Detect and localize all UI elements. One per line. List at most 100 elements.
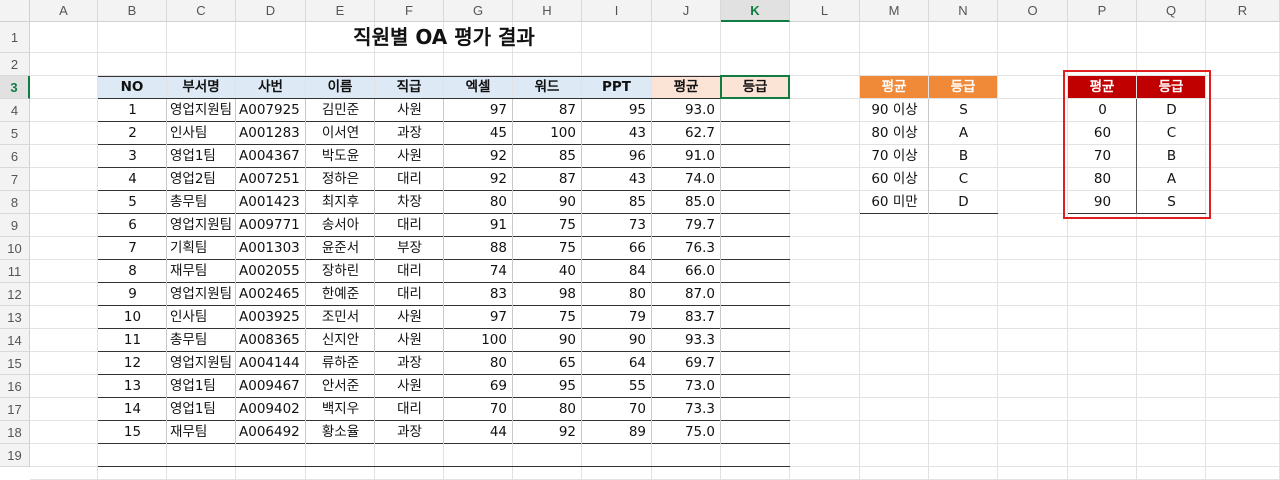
table-cell[interactable]: 12 (98, 352, 167, 375)
table-header-8[interactable]: PPT (582, 76, 651, 98)
row-header-19[interactable]: 19 (0, 444, 30, 467)
table-header-7[interactable]: 워드 (513, 76, 581, 98)
table-cell[interactable]: 69.7 (652, 352, 721, 375)
table-cell[interactable]: 재무팀 (167, 421, 236, 444)
table-header-6[interactable]: 엑셀 (444, 76, 512, 98)
table-cell[interactable]: 14 (98, 398, 167, 421)
table-cell[interactable]: 과장 (375, 352, 444, 375)
criteria-cell[interactable]: 70 이상 (860, 145, 929, 168)
table-cell[interactable]: 83.7 (652, 306, 721, 329)
column-header-p[interactable]: P (1068, 0, 1137, 22)
table-cell[interactable]: 8 (98, 260, 167, 283)
table-cell[interactable]: 83 (444, 283, 513, 306)
table-header-9[interactable]: 평균 (652, 76, 720, 98)
table-cell[interactable]: 96 (582, 145, 652, 168)
table-cell[interactable]: A001303 (236, 237, 306, 260)
table-cell[interactable]: 73.3 (652, 398, 721, 421)
column-header-k[interactable]: K (721, 0, 790, 22)
column-header-c[interactable]: C (167, 0, 236, 22)
table-cell[interactable]: 93.0 (652, 99, 721, 122)
column-header-a[interactable]: A (30, 0, 98, 22)
table-cell[interactable]: 영업1팀 (167, 145, 236, 168)
table-cell[interactable]: 75 (513, 214, 582, 237)
table-cell[interactable]: 80 (444, 191, 513, 214)
table-cell[interactable]: 44 (444, 421, 513, 444)
table-cell[interactable] (721, 214, 790, 237)
row-header-1[interactable]: 1 (0, 22, 30, 53)
table-cell[interactable]: 80 (513, 398, 582, 421)
table-cell[interactable]: 차장 (375, 191, 444, 214)
table-cell[interactable]: 장하린 (306, 260, 375, 283)
table-cell[interactable]: 100 (444, 329, 513, 352)
table-cell[interactable]: 박도윤 (306, 145, 375, 168)
table-cell[interactable]: 55 (582, 375, 652, 398)
table-cell[interactable]: 92 (444, 145, 513, 168)
table-cell[interactable]: 백지우 (306, 398, 375, 421)
table-cell[interactable]: 65 (513, 352, 582, 375)
active-cell-selection[interactable] (720, 75, 790, 99)
criteria-cell[interactable]: D (929, 191, 998, 214)
criteria-header-2[interactable]: 등급 (929, 76, 997, 98)
row-header-17[interactable]: 17 (0, 398, 30, 421)
table-cell[interactable]: 대리 (375, 260, 444, 283)
table-cell[interactable]: 73 (582, 214, 652, 237)
table-cell[interactable] (721, 398, 790, 421)
table-cell[interactable]: 66.0 (652, 260, 721, 283)
table-cell[interactable]: 84 (582, 260, 652, 283)
table-cell[interactable]: 영업지원팀 (167, 214, 236, 237)
criteria-cell[interactable]: 90 이상 (860, 99, 929, 122)
table-cell[interactable]: 영업1팀 (167, 398, 236, 421)
table-cell[interactable]: A009402 (236, 398, 306, 421)
criteria-cell[interactable]: S (929, 99, 998, 122)
column-header-g[interactable]: G (444, 0, 513, 22)
table-cell[interactable]: 2 (98, 122, 167, 145)
column-header-i[interactable]: I (582, 0, 652, 22)
table-header-5[interactable]: 직급 (375, 76, 443, 98)
table-cell[interactable]: 97 (444, 99, 513, 122)
table-cell[interactable]: 9 (98, 283, 167, 306)
table-cell[interactable]: 기획팀 (167, 237, 236, 260)
table-cell[interactable]: 사원 (375, 329, 444, 352)
table-cell[interactable]: A004367 (236, 145, 306, 168)
table-cell[interactable] (721, 99, 790, 122)
criteria-cell[interactable]: B (929, 145, 998, 168)
column-header-n[interactable]: N (929, 0, 998, 22)
table-cell[interactable]: 7 (98, 237, 167, 260)
table-cell[interactable]: 영업1팀 (167, 375, 236, 398)
table-cell[interactable]: 91.0 (652, 145, 721, 168)
table-cell[interactable]: 류하준 (306, 352, 375, 375)
row-header-5[interactable]: 5 (0, 122, 30, 145)
table-cell[interactable]: 신지안 (306, 329, 375, 352)
table-cell[interactable]: A002055 (236, 260, 306, 283)
table-cell[interactable]: 조민서 (306, 306, 375, 329)
column-header-d[interactable]: D (236, 0, 306, 22)
table-cell[interactable] (721, 421, 790, 444)
table-cell[interactable] (721, 237, 790, 260)
table-cell[interactable]: 76.3 (652, 237, 721, 260)
table-cell[interactable]: 97 (444, 306, 513, 329)
table-cell[interactable]: 85 (513, 145, 582, 168)
table-cell[interactable]: 11 (98, 329, 167, 352)
table-cell[interactable]: 95 (582, 99, 652, 122)
row-header-8[interactable]: 8 (0, 191, 30, 214)
table-cell[interactable]: 100 (513, 122, 582, 145)
table-cell[interactable]: 대리 (375, 283, 444, 306)
row-header-10[interactable]: 10 (0, 237, 30, 260)
criteria-cell[interactable]: 60 미만 (860, 191, 929, 214)
table-cell[interactable] (721, 122, 790, 145)
column-header-m[interactable]: M (860, 0, 929, 22)
row-header-4[interactable]: 4 (0, 99, 30, 122)
table-header-4[interactable]: 이름 (306, 76, 374, 98)
table-cell[interactable]: 한예준 (306, 283, 375, 306)
table-cell[interactable]: 89 (582, 421, 652, 444)
table-cell[interactable]: 92 (444, 168, 513, 191)
table-cell[interactable]: 김민준 (306, 99, 375, 122)
table-cell[interactable]: 영업지원팀 (167, 99, 236, 122)
row-header-14[interactable]: 14 (0, 329, 30, 352)
column-header-r[interactable]: R (1206, 0, 1280, 22)
table-cell[interactable] (721, 168, 790, 191)
row-header-9[interactable]: 9 (0, 214, 30, 237)
table-cell[interactable]: 66 (582, 237, 652, 260)
table-cell[interactable]: 75.0 (652, 421, 721, 444)
criteria-cell[interactable]: A (929, 122, 998, 145)
